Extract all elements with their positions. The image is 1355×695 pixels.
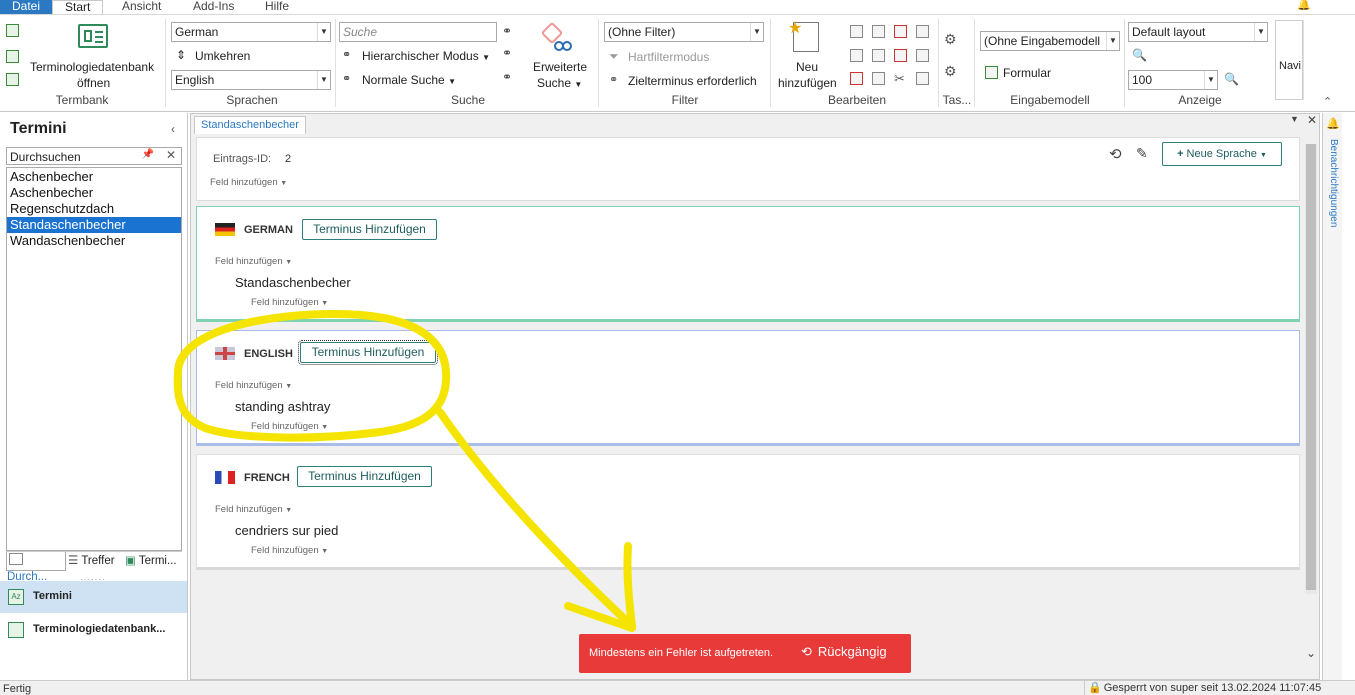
undo-label: Rückgängig — [817, 644, 887, 659]
lock-icon: 🔒 — [1088, 682, 1102, 694]
undo-icon: ⟲ — [801, 644, 812, 659]
undo-button[interactable]: ⟲ Rückgängig — [801, 644, 887, 660]
lock-status: 🔒 Gesperrt von super seit 13.02.2024 11:0… — [1084, 681, 1321, 695]
annotation-arrow-head-up — [623, 542, 636, 632]
annotation-arrow-line — [436, 408, 636, 630]
toast-message: Mindestens ein Fehler ist aufgetreten. — [589, 647, 774, 659]
error-toast: Mindestens ein Fehler ist aufgetreten. ⟲… — [579, 634, 911, 673]
status-bar: Fertig 🔒 Gesperrt von super seit 13.02.20… — [0, 680, 1355, 695]
lock-status-text: Gesperrt von super seit 13.02.2024 11:07… — [1103, 682, 1322, 694]
status-text: Fertig — [3, 683, 32, 695]
annotation-overlay — [173, 309, 636, 632]
annotation-circle — [173, 309, 451, 442]
